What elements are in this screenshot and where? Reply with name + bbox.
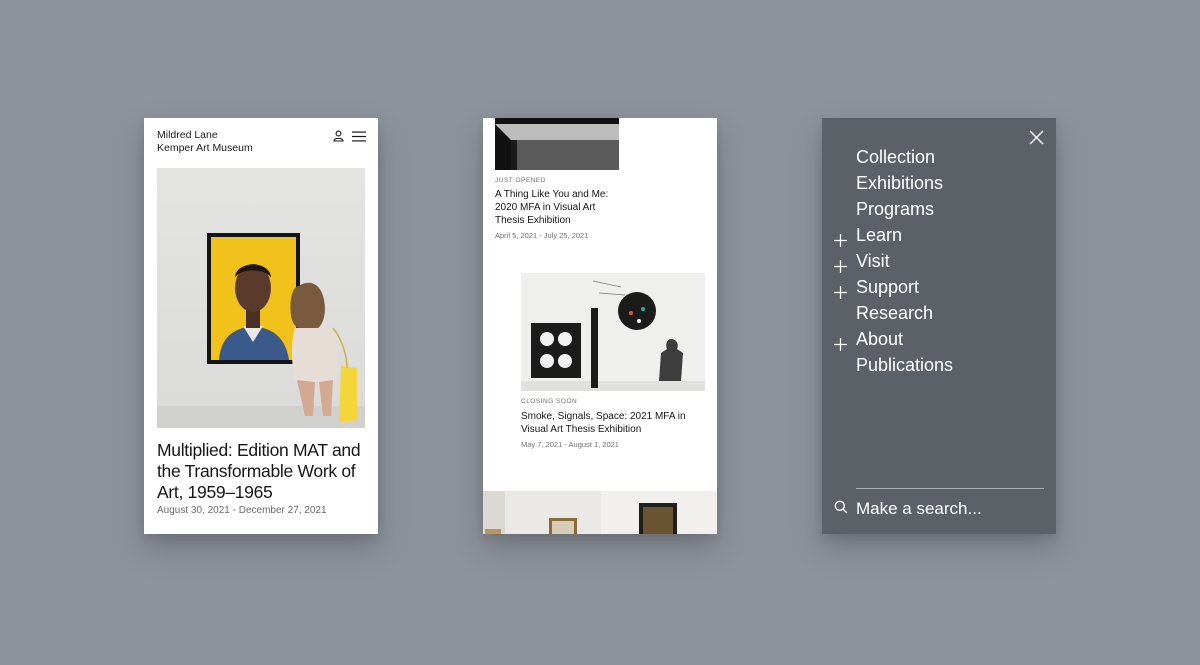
nav-item-exhibitions[interactable]: Exhibitions: [856, 170, 953, 196]
exhibition-title[interactable]: Smoke, Signals, Space: 2021 MFA in Visua…: [521, 410, 705, 436]
exhibition-dates: May 7, 2021 - August 1, 2021: [521, 440, 619, 449]
nav-item-learn[interactable]: Learn: [834, 222, 953, 248]
exhibition-image-1[interactable]: [495, 118, 619, 170]
exhibition-title[interactable]: A Thing Like You and Me: 2020 MFA in Vis…: [495, 188, 615, 227]
nav-item-label: Learn: [856, 225, 903, 245]
nav-item-label: Exhibitions: [856, 173, 944, 193]
menu-icon[interactable]: [352, 131, 366, 142]
nav-item-support[interactable]: Support: [834, 274, 953, 300]
nav-item-label: Collection: [856, 147, 936, 167]
nav-item-label: Programs: [856, 199, 935, 219]
nav-item-visit[interactable]: Visit: [834, 248, 953, 274]
mobile-exhibitions-list: JUST OPENED A Thing Like You and Me: 202…: [483, 118, 717, 534]
plus-icon[interactable]: [834, 254, 847, 273]
status-badge: CLOSING SOON: [521, 398, 578, 405]
plus-icon[interactable]: [834, 228, 847, 247]
account-icon[interactable]: [333, 130, 344, 142]
search-icon[interactable]: [834, 500, 856, 519]
nav-item-research[interactable]: Research: [856, 300, 953, 326]
plus-icon[interactable]: [834, 332, 847, 351]
exhibition-dates: August 30, 2021 - December 27, 2021: [157, 505, 327, 516]
mobile-menu-overlay: Collection Exhibitions Programs Learn Vi…: [822, 118, 1056, 534]
nav-item-label: About: [856, 329, 904, 349]
hero-image[interactable]: [157, 168, 365, 428]
mobile-home-screen: Mildred Lane Kemper Art Museum Multiplie…: [144, 118, 378, 534]
status-badge: JUST OPENED: [495, 177, 546, 184]
museum-logo[interactable]: Mildred Lane Kemper Art Museum: [157, 129, 253, 155]
nav-item-label: Publications: [856, 355, 954, 375]
search-placeholder: Make a search...: [856, 499, 982, 518]
exhibition-title[interactable]: Multiplied: Edition MAT and the Transfor…: [157, 440, 372, 503]
gallery-image[interactable]: [483, 491, 717, 534]
nav-item-publications[interactable]: Publications: [856, 352, 953, 378]
brand-line-1: Mildred Lane: [157, 129, 218, 141]
exhibition-image-2[interactable]: [521, 273, 705, 391]
nav-item-collection[interactable]: Collection: [856, 144, 953, 170]
main-navigation: Collection Exhibitions Programs Learn Vi…: [834, 144, 953, 378]
close-icon[interactable]: [1029, 130, 1044, 145]
search-input[interactable]: Make a search...: [834, 498, 982, 520]
nav-item-about[interactable]: About: [834, 326, 953, 352]
nav-item-label: Research: [856, 303, 934, 323]
brand-line-2: Kemper Art Museum: [157, 142, 253, 154]
exhibition-dates: April 5, 2021 - July 25, 2021: [495, 231, 589, 240]
nav-item-label: Support: [856, 277, 920, 297]
nav-item-label: Visit: [856, 251, 890, 271]
search-divider: [856, 488, 1044, 489]
plus-icon[interactable]: [834, 280, 847, 299]
nav-item-programs[interactable]: Programs: [856, 196, 953, 222]
